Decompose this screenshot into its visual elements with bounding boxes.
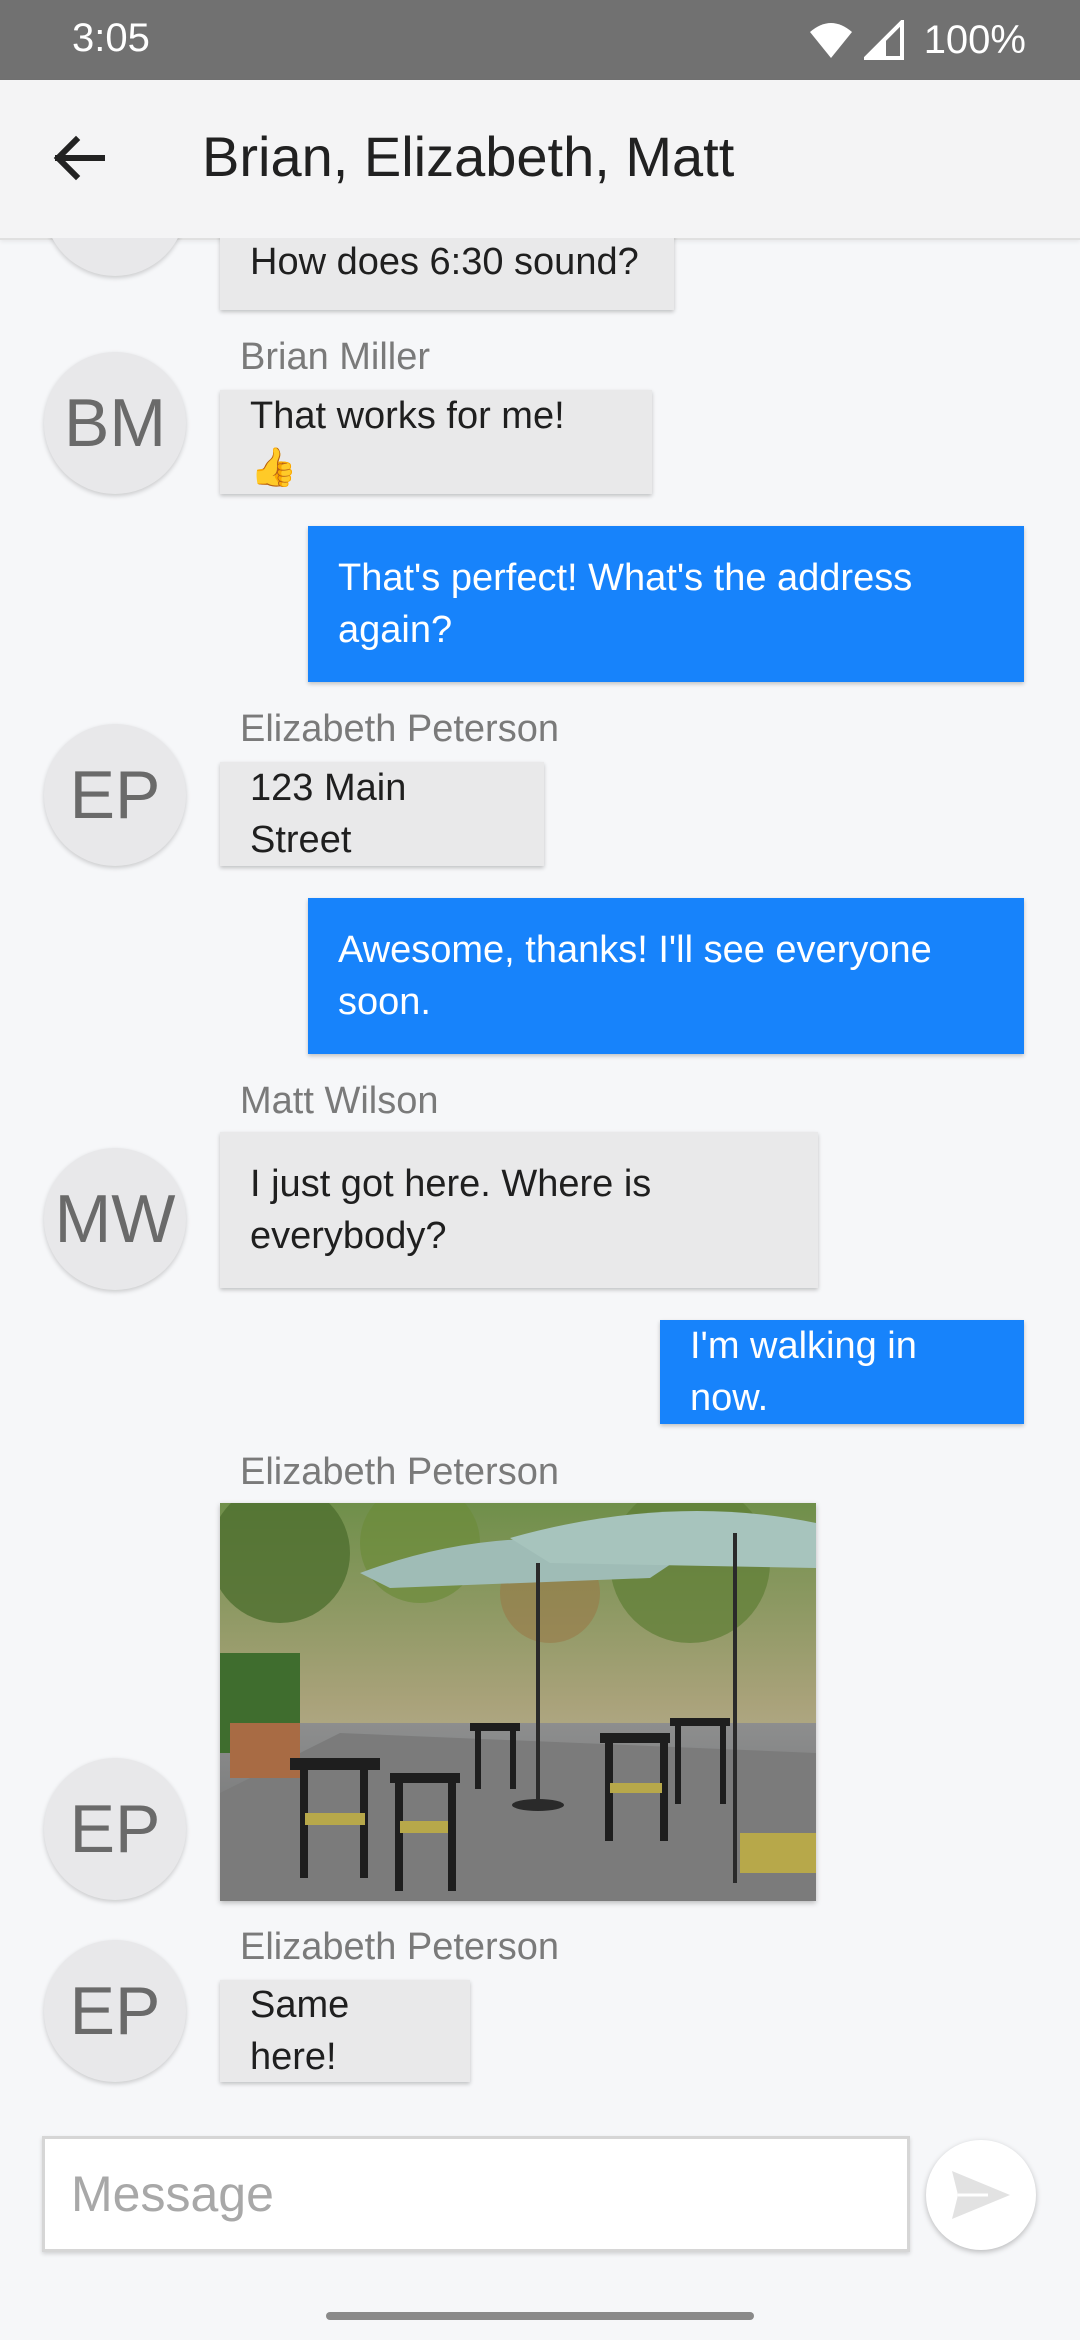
avatar[interactable]: EP <box>44 724 186 866</box>
wifi-icon <box>809 23 852 58</box>
app-bar: Brian, Elizabeth, Matt <box>0 80 1080 240</box>
status-bar: 3:05 100% <box>0 0 1080 80</box>
send-button[interactable] <box>926 2140 1036 2250</box>
conversation-title: Brian, Elizabeth, Matt <box>202 125 735 188</box>
avatar[interactable]: EP <box>44 1940 186 2082</box>
back-button[interactable] <box>40 118 120 198</box>
avatar[interactable]: EP <box>44 1758 186 1900</box>
battery-level: 100% <box>923 17 1026 62</box>
avatar[interactable]: BM <box>44 352 186 494</box>
message-bubble-outgoing[interactable]: That's perfect! What's the address again… <box>308 526 1024 682</box>
sender-name: Elizabeth Peterson <box>240 1451 559 1493</box>
sender-name: Elizabeth Peterson <box>240 708 559 750</box>
composer <box>0 2118 1080 2340</box>
avatar[interactable]: MW <box>44 238 186 276</box>
cellular-signal-icon <box>863 20 904 60</box>
sender-name: Matt Wilson <box>240 1080 439 1122</box>
status-time: 3:05 <box>72 16 150 60</box>
message-list[interactable]: MW How does 6:30 sound? Brian Miller BM … <box>0 238 1080 2118</box>
home-indicator <box>326 2312 754 2320</box>
message-bubble-outgoing[interactable]: Awesome, thanks! I'll see everyone soon. <box>308 898 1024 1054</box>
cafe-patio-image <box>220 1503 816 1901</box>
message-bubble-incoming[interactable]: That works for me! 👍 <box>220 390 652 494</box>
message-bubble-outgoing[interactable]: I'm walking in now. <box>660 1320 1024 1424</box>
message-bubble-incoming[interactable]: How does 6:30 sound? <box>220 238 674 310</box>
message-input[interactable] <box>42 2136 910 2252</box>
shared-photo[interactable] <box>220 1503 816 1901</box>
message-bubble-incoming[interactable]: I just got here. Where is everybody? <box>220 1132 818 1288</box>
send-icon <box>952 2171 1010 2219</box>
sender-name: Brian Miller <box>240 336 431 378</box>
avatar[interactable]: MW <box>44 1148 186 1290</box>
back-arrow-icon <box>53 135 105 181</box>
status-icons: 100% <box>808 16 1026 64</box>
sender-name: Elizabeth Peterson <box>240 1926 559 1968</box>
message-bubble-incoming[interactable]: 123 Main Street <box>220 762 544 866</box>
message-bubble-incoming[interactable]: Same here! <box>220 1980 470 2082</box>
